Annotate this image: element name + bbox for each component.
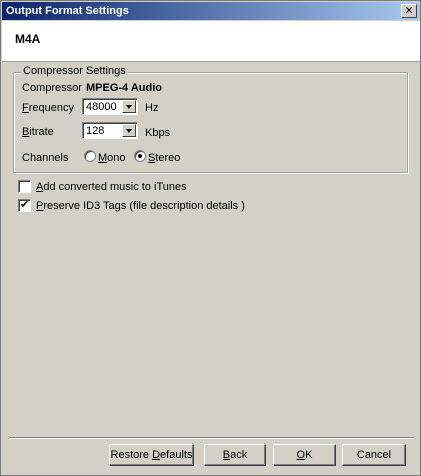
restore-defaults-button[interactable]: Restore Defaults [109, 444, 194, 466]
bitrate-unit: Kbps [145, 127, 171, 139]
itunes-checkbox[interactable] [18, 180, 31, 193]
mono-radio[interactable] [84, 150, 96, 162]
bitrate-value: 128 [86, 125, 105, 137]
group-legend: Compressor Settings [21, 65, 128, 77]
cancel-button[interactable]: Cancel [342, 444, 406, 466]
checkmark-icon: ✔ [20, 199, 30, 211]
channels-label: Channels [22, 152, 69, 164]
id3-checkbox[interactable]: ✔ [18, 199, 31, 212]
chevron-down-icon[interactable] [122, 124, 136, 137]
compressor-value: MPEG-4 Audio [86, 82, 162, 94]
compressor-label: Compressor [22, 82, 82, 94]
format-title: M4A [15, 32, 41, 46]
frequency-unit: Hz [145, 102, 159, 114]
frequency-value: 48000 [86, 101, 117, 113]
chevron-down-icon[interactable] [122, 100, 136, 113]
window-title: Output Format Settings [6, 5, 129, 17]
header-panel: M4A [2, 21, 420, 62]
close-icon: ✕ [404, 5, 414, 17]
mono-label[interactable]: Mono [98, 152, 126, 164]
close-button[interactable]: ✕ [401, 4, 417, 18]
output-format-settings-dialog: Output Format Settings ✕ M4A Compressor … [0, 0, 421, 476]
stereo-radio[interactable] [134, 150, 146, 162]
bitrate-select[interactable]: 128 [82, 122, 138, 139]
title-bar: Output Format Settings ✕ [2, 2, 420, 20]
stereo-label[interactable]: Stereo [148, 152, 180, 164]
itunes-label[interactable]: Add converted music to iTunes [36, 181, 187, 193]
frequency-label: Frequency [22, 102, 74, 114]
back-button[interactable]: Back [204, 444, 266, 466]
ok-button[interactable]: OK [273, 444, 336, 466]
bitrate-label: Bitrate [22, 126, 54, 138]
frequency-select[interactable]: 48000 [82, 98, 138, 115]
id3-label[interactable]: Preserve ID3 Tags (file description deta… [36, 200, 245, 212]
button-separator [9, 437, 414, 439]
